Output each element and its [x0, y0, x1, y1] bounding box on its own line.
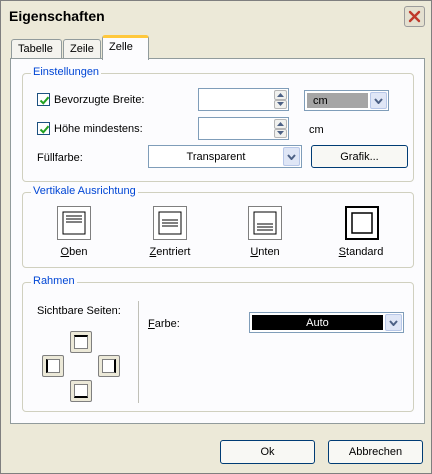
spin-up-button[interactable]: [274, 119, 287, 129]
arrow-down-icon: [277, 131, 284, 136]
fill-color-select[interactable]: Transparent: [148, 145, 302, 168]
preferred-width-label: Bevorzugte Breite:: [54, 94, 145, 106]
dialog-title: Eigenschaften: [9, 8, 105, 24]
border-left-button[interactable]: [42, 355, 64, 377]
border-group: Rahmen Sichtbare Seiten: Farbe: Auto: [22, 275, 414, 412]
settings-group: Einstellungen Bevorzugte Breite: cm Höhe…: [22, 66, 414, 182]
align-top-label: Oben: [60, 246, 88, 258]
tab-label: Zelle: [109, 41, 133, 53]
fill-color-label: Füllfarbe:: [37, 152, 83, 164]
settings-legend: Einstellungen: [31, 66, 102, 78]
border-top-icon: [74, 335, 88, 349]
ok-button[interactable]: Ok: [220, 440, 315, 464]
align-standard-icon: [351, 212, 373, 234]
tab-zeile[interactable]: Zeile: [63, 39, 101, 59]
align-standard-button[interactable]: [345, 206, 379, 240]
fill-color-value: Transparent: [186, 150, 246, 163]
border-color-label: Farbe:: [148, 318, 180, 330]
border-color-select[interactable]: Auto: [249, 312, 404, 333]
min-height-input[interactable]: [198, 117, 289, 140]
border-left-icon: [46, 359, 60, 373]
checkmark-icon: [39, 96, 50, 105]
align-center-button[interactable]: [153, 206, 187, 240]
border-bottom-button[interactable]: [70, 380, 92, 402]
close-icon: [408, 10, 421, 23]
border-color-swatch: Auto: [252, 315, 383, 330]
tab-label: Zeile: [70, 43, 94, 55]
arrow-down-icon: [277, 102, 284, 107]
chevron-down-icon: [389, 319, 398, 326]
border-color-dropdown-button[interactable]: [385, 314, 402, 331]
preferred-width-input[interactable]: [198, 88, 289, 111]
align-bottom-button[interactable]: [248, 206, 282, 240]
vertical-alignment-group: Vertikale Ausrichtung Oben Zentriert Unt…: [22, 185, 414, 268]
fill-color-dropdown-button[interactable]: [283, 147, 300, 166]
chevron-down-icon: [374, 97, 383, 104]
min-height-spinner: [274, 119, 287, 138]
align-bottom-label: Unten: [250, 246, 280, 258]
min-height-label: Höhe mindestens:: [54, 123, 143, 135]
tab-zelle[interactable]: Zelle: [102, 35, 149, 60]
chevron-down-icon: [287, 153, 296, 160]
spin-down-button[interactable]: [274, 128, 287, 138]
preferred-width-checkbox[interactable]: [37, 93, 50, 106]
cancel-button-label: Abbrechen: [348, 446, 403, 458]
graphic-button[interactable]: Grafik...: [311, 145, 408, 168]
ok-button-label: Ok: [260, 446, 275, 458]
graphic-button-label: Grafik...: [340, 150, 379, 163]
border-right-button[interactable]: [98, 355, 120, 377]
border-divider: [138, 301, 139, 403]
border-bottom-icon: [74, 384, 88, 398]
align-bottom-icon: [253, 211, 277, 235]
cancel-button[interactable]: Abbrechen: [328, 440, 423, 464]
align-center-label: Zentriert: [149, 246, 191, 258]
border-legend: Rahmen: [31, 275, 77, 287]
width-unit-select[interactable]: cm: [304, 90, 389, 111]
tab-label: Tabelle: [18, 43, 53, 55]
vertical-alignment-legend: Vertikale Ausrichtung: [31, 185, 138, 197]
tab-panel-zelle: Einstellungen Bevorzugte Breite: cm Höhe…: [10, 58, 425, 424]
properties-dialog: Eigenschaften Tabelle Zeile Zelle Einste…: [0, 0, 432, 474]
align-top-button[interactable]: [57, 206, 91, 240]
border-top-button[interactable]: [70, 331, 92, 353]
spin-up-button[interactable]: [274, 90, 287, 100]
visible-sides-label: Sichtbare Seiten:: [37, 305, 121, 317]
arrow-up-icon: [277, 121, 284, 126]
width-unit-dropdown-button[interactable]: [370, 92, 387, 109]
spin-down-button[interactable]: [274, 99, 287, 109]
close-button[interactable]: [404, 6, 425, 27]
min-height-unit: cm: [309, 124, 324, 136]
checkmark-icon: [39, 125, 50, 134]
align-top-icon: [62, 211, 86, 235]
preferred-width-spinner: [274, 90, 287, 109]
tab-tabelle[interactable]: Tabelle: [11, 39, 62, 59]
border-right-icon: [102, 359, 116, 373]
min-height-checkbox[interactable]: [37, 122, 50, 135]
title-bar: Eigenschaften: [1, 1, 431, 31]
arrow-up-icon: [277, 92, 284, 97]
width-unit-value: cm: [307, 93, 368, 108]
align-center-icon: [158, 211, 182, 235]
align-standard-label: Standard: [338, 246, 384, 258]
